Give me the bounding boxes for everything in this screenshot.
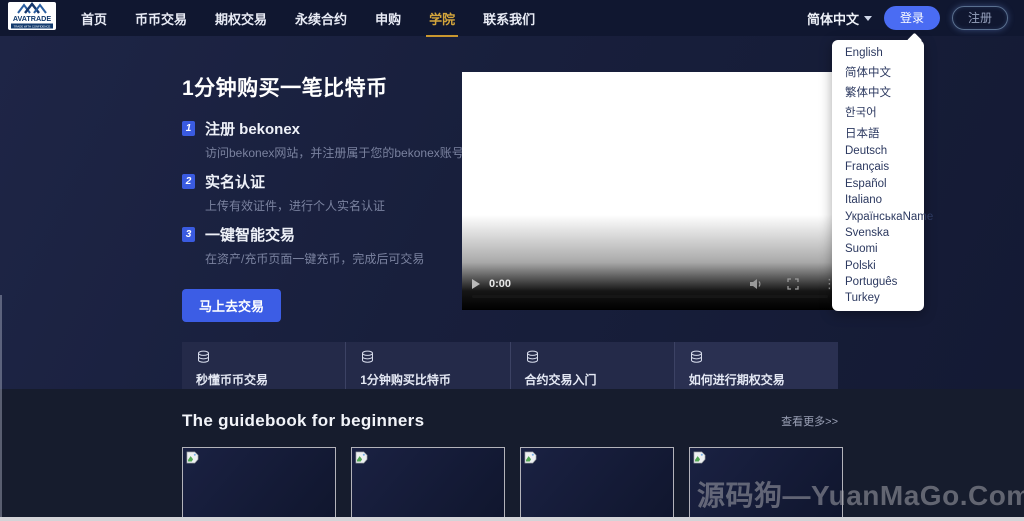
avatrade-logo[interactable]: AVATRADE TRADE WITH CONFIDENCE bbox=[8, 2, 56, 35]
hero-steps: 1分钟购买一笔比特币 1 注册 bekonex 访问bekonex网站，并注册属… bbox=[182, 72, 482, 322]
course-tabs: 秒懂币币交易 1分钟购买比特币 合约交易入门 bbox=[182, 342, 838, 389]
step-1: 1 注册 bekonex 访问bekonex网站，并注册属于您的bekonex账… bbox=[182, 118, 482, 161]
language-option-polish[interactable]: Polski bbox=[832, 258, 924, 274]
broken-image-icon bbox=[524, 451, 537, 464]
language-selector[interactable]: 简体中文 bbox=[807, 9, 872, 28]
play-icon[interactable] bbox=[472, 279, 480, 289]
logo-brand-text: AVATRADE bbox=[13, 14, 52, 23]
step-3-badge: 3 bbox=[182, 227, 195, 242]
tab-label: 合约交易入门 bbox=[525, 371, 674, 388]
language-option-turkish[interactable]: Turkey bbox=[832, 290, 924, 306]
step-2-title: 实名认证 bbox=[205, 171, 265, 192]
nav-item-spot-trading[interactable]: 币币交易 bbox=[135, 9, 187, 28]
language-option-finnish[interactable]: Suomi bbox=[832, 241, 924, 257]
logo-tagline-text: TRADE WITH CONFIDENCE bbox=[14, 24, 51, 28]
window-bottom-edge bbox=[0, 517, 1024, 521]
guidebook-card[interactable] bbox=[689, 447, 843, 519]
language-selector-label: 简体中文 bbox=[807, 9, 859, 28]
language-option-korean[interactable]: 한국어 bbox=[832, 102, 924, 122]
nav-item-academy[interactable]: 学院 bbox=[429, 9, 455, 28]
language-option-italian[interactable]: Italiano bbox=[832, 192, 924, 208]
broken-image-icon bbox=[186, 451, 199, 464]
coin-stack-icon bbox=[525, 350, 540, 364]
step-1-title: 注册 bekonex bbox=[205, 118, 300, 139]
login-button[interactable]: 登录 bbox=[884, 6, 940, 30]
tab-label: 1分钟购买比特币 bbox=[360, 371, 509, 388]
guidebook-card[interactable] bbox=[520, 447, 674, 519]
page: AVATRADE TRADE WITH CONFIDENCE 首页 币币交易 期… bbox=[0, 0, 1024, 521]
language-option-swedish[interactable]: Svenska bbox=[832, 225, 924, 241]
video-progress-bar[interactable] bbox=[472, 295, 828, 298]
avatrade-logo-icon: AVATRADE TRADE WITH CONFIDENCE bbox=[8, 2, 56, 30]
language-dropdown: English 简体中文 繁体中文 한국어 日本語 Deutsch França… bbox=[832, 40, 924, 311]
nav-item-contact-us[interactable]: 联系我们 bbox=[483, 9, 535, 28]
coin-stack-icon bbox=[196, 350, 211, 364]
fullscreen-icon[interactable] bbox=[787, 278, 799, 290]
language-option-english[interactable]: English bbox=[832, 45, 924, 61]
language-option-spanish[interactable]: Español bbox=[832, 176, 924, 192]
go-trade-button[interactable]: 马上去交易 bbox=[182, 289, 281, 322]
step-2-description: 上传有效证件，进行个人实名认证 bbox=[205, 197, 482, 214]
main-nav: 首页 币币交易 期权交易 永续合约 申购 学院 联系我们 bbox=[81, 9, 535, 28]
register-button[interactable]: 注册 bbox=[952, 6, 1008, 30]
language-option-german[interactable]: Deutsch bbox=[832, 143, 924, 159]
hero-title: 1分钟购买一笔比特币 bbox=[182, 72, 482, 102]
navbar: AVATRADE TRADE WITH CONFIDENCE 首页 币币交易 期… bbox=[0, 0, 1024, 36]
tab-buy-bitcoin-1min[interactable]: 1分钟购买比特币 bbox=[345, 342, 509, 389]
guidebook-section: The guidebook for beginners 查看更多>> bbox=[0, 389, 1024, 521]
volume-icon[interactable] bbox=[749, 278, 763, 290]
language-option-japanese[interactable]: 日本語 bbox=[832, 123, 924, 143]
nav-item-perpetual-contracts[interactable]: 永续合约 bbox=[295, 9, 347, 28]
language-option-portuguese[interactable]: Português bbox=[832, 274, 924, 290]
tab-how-to-options-trade[interactable]: 如何进行期权交易 bbox=[674, 342, 838, 389]
guidebook-title: The guidebook for beginners bbox=[182, 411, 424, 431]
nav-item-options-trading[interactable]: 期权交易 bbox=[215, 9, 267, 28]
chevron-down-icon bbox=[864, 16, 872, 21]
tab-label: 秒懂币币交易 bbox=[196, 371, 345, 388]
nav-item-home[interactable]: 首页 bbox=[81, 9, 107, 28]
step-3-title: 一键智能交易 bbox=[205, 224, 295, 245]
step-1-badge: 1 bbox=[182, 121, 195, 136]
navbar-right: 简体中文 登录 注册 bbox=[807, 6, 1008, 30]
video-current-time: 0:00 bbox=[489, 278, 511, 290]
window-left-edge bbox=[0, 295, 2, 517]
see-more-link[interactable]: 查看更多>> bbox=[781, 413, 838, 429]
language-option-traditional-chinese[interactable]: 繁体中文 bbox=[832, 82, 924, 102]
step-3: 3 一键智能交易 在资产/充币页面一键充币，完成后可交易 bbox=[182, 224, 482, 267]
language-option-french[interactable]: Français bbox=[832, 159, 924, 175]
step-1-description: 访问bekonex网站，并注册属于您的bekonex账号 bbox=[205, 144, 482, 161]
coin-stack-icon bbox=[689, 350, 704, 364]
guidebook-cards bbox=[182, 447, 843, 519]
step-2-badge: 2 bbox=[182, 174, 195, 189]
tab-contract-trading-intro[interactable]: 合约交易入门 bbox=[510, 342, 674, 389]
guidebook-header: The guidebook for beginners 查看更多>> bbox=[0, 389, 1024, 431]
tab-label: 如何进行期权交易 bbox=[689, 371, 838, 388]
guidebook-card[interactable] bbox=[182, 447, 336, 519]
language-option-simplified-chinese[interactable]: 简体中文 bbox=[832, 61, 924, 81]
step-2: 2 实名认证 上传有效证件，进行个人实名认证 bbox=[182, 171, 482, 214]
video-player[interactable]: 0:00 ⋮ bbox=[462, 72, 838, 310]
broken-image-icon bbox=[693, 451, 706, 464]
guidebook-card[interactable] bbox=[351, 447, 505, 519]
coin-stack-icon bbox=[360, 350, 375, 364]
video-controls: 0:00 ⋮ bbox=[472, 277, 836, 290]
broken-image-icon bbox=[355, 451, 368, 464]
step-3-description: 在资产/充币页面一键充币，完成后可交易 bbox=[205, 250, 482, 267]
language-option-ukrainian[interactable]: УкраїнськаName bbox=[832, 208, 924, 224]
tab-spot-trading-basics[interactable]: 秒懂币币交易 bbox=[182, 342, 345, 389]
nav-item-subscribe[interactable]: 申购 bbox=[375, 9, 401, 28]
